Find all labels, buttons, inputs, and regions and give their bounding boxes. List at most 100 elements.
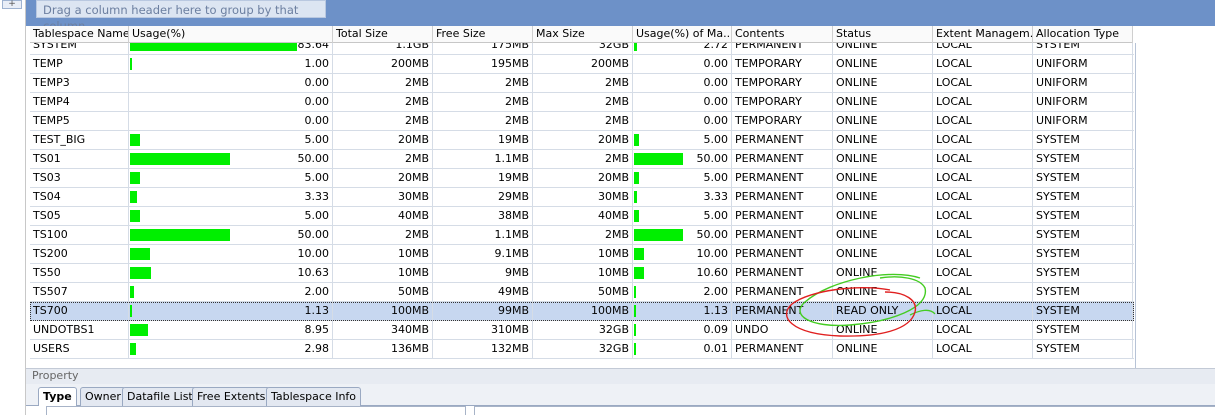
total-cell: 200MB: [333, 55, 433, 74]
free-cell: 49MB: [433, 283, 533, 302]
table-row[interactable]: USERS 2.98 136MB 132MB 32GB 0.01 PERMANENT ONLI…: [30, 340, 1134, 359]
status-cell: ONLINE: [833, 131, 933, 150]
expand-icon[interactable]: +: [2, 0, 22, 9]
max-cell: 100MB: [533, 302, 633, 321]
usage-value: 3.33: [703, 190, 729, 203]
name-cell: TEMP5: [30, 112, 129, 131]
total-cell: 2MB: [333, 112, 433, 131]
usage-value: 5.00: [304, 171, 330, 184]
column-header[interactable]: Usage(%) of Ma...: [633, 26, 732, 43]
free-cell: 2MB: [433, 93, 533, 112]
column-header[interactable]: Allocation Type: [1033, 26, 1133, 43]
max-cell: 20MB: [533, 131, 633, 150]
max-cell: 2MB: [533, 74, 633, 93]
usage-value: 10.00: [297, 247, 330, 260]
usage-cell: 5.00: [129, 131, 333, 150]
table-row[interactable]: TEMP3 0.00 2MB 2MB 2MB 0.00 TEMPORARY ONLINE LOC…: [30, 74, 1134, 93]
table-row[interactable]: TS50 10.63 10MB 9MB 10MB 10.60 PERMANENT ONLINE…: [30, 264, 1134, 283]
usage-cell: 10.00: [129, 245, 333, 264]
usage-value: 0.00: [703, 76, 729, 89]
max-cell: 50MB: [533, 283, 633, 302]
usage-cell: 0.00: [129, 112, 333, 131]
table-row[interactable]: TEMP 1.00 200MB 195MB 200MB 0.00 TEMPORARY ONLI…: [30, 55, 1134, 74]
alloc-cell: SYSTEM: [1033, 150, 1133, 169]
column-header[interactable]: Extent Managem...: [933, 26, 1033, 43]
status-cell: ONLINE: [833, 74, 933, 93]
total-cell: 10MB: [333, 264, 433, 283]
usage-cell: 5.00: [129, 169, 333, 188]
max-cell: 20MB: [533, 169, 633, 188]
column-header[interactable]: Tablespace Name: [30, 26, 129, 43]
name-cell: TS05: [30, 207, 129, 226]
status-cell: ONLINE: [833, 55, 933, 74]
table-row[interactable]: TEMP4 0.00 2MB 2MB 2MB 0.00 TEMPORARY ONLINE LOC…: [30, 93, 1134, 112]
column-header[interactable]: Free Size: [433, 26, 533, 43]
column-header[interactable]: Status: [833, 26, 933, 43]
max-cell: 10MB: [533, 264, 633, 283]
total-cell: 1.1GB: [333, 43, 433, 55]
table-row[interactable]: TS100 50.00 2MB 1.1MB 2MB 50.00 PERMANENT ONLIN…: [30, 226, 1134, 245]
total-cell: 2MB: [333, 226, 433, 245]
free-cell: 1.1MB: [433, 226, 533, 245]
free-cell: 9.1MB: [433, 245, 533, 264]
contents-cell: UNDO: [732, 321, 833, 340]
free-cell: 19MB: [433, 169, 533, 188]
table-row[interactable]: TS200 10.00 10MB 9.1MB 10MB 10.00 PERMANENT ONL…: [30, 245, 1134, 264]
usage-value: 2.72: [703, 43, 729, 51]
table-row[interactable]: TEST_BIG 5.00 20MB 19MB 20MB 5.00 PERMANENT ONL…: [30, 131, 1134, 150]
tab-datafile-list[interactable]: Datafile List: [122, 387, 198, 406]
name-cell: TEMP: [30, 55, 129, 74]
max-cell: 32GB: [533, 340, 633, 359]
usage-value: 2.00: [304, 285, 330, 298]
contents-cell: PERMANENT: [732, 245, 833, 264]
usage-cell: 10.63: [129, 264, 333, 283]
contents-cell: PERMANENT: [732, 169, 833, 188]
group-by-panel[interactable]: Drag a column header here to group by th…: [26, 0, 1215, 33]
total-cell: 136MB: [333, 340, 433, 359]
table-row[interactable]: TS05 5.00 40MB 38MB 40MB 5.00 PERMANENT ONLINE L…: [30, 207, 1134, 226]
column-header[interactable]: Total Size: [333, 26, 433, 43]
table-row[interactable]: TS700 1.13 100MB 99MB 100MB 1.13 PERMANENT READ…: [30, 302, 1134, 321]
usage-cell: 83.64: [129, 43, 333, 55]
table-row[interactable]: TS507 2.00 50MB 49MB 50MB 2.00 PERMANENT ONLINE…: [30, 283, 1134, 302]
table-row[interactable]: UNDOTBS1 8.95 340MB 310MB 32GB 0.09 UNDO ONLINE…: [30, 321, 1134, 340]
alloc-cell: SYSTEM: [1033, 131, 1133, 150]
extent-cell: LOCAL: [933, 169, 1033, 188]
tab-type[interactable]: Type: [38, 387, 77, 407]
usage-value: 10.00: [696, 247, 729, 260]
max-cell: 2MB: [533, 93, 633, 112]
table-row[interactable]: SYSTEM 83.64 1.1GB 175MB 32GB 2.72 PERMANENT ON…: [30, 43, 1134, 55]
column-header[interactable]: Contents: [732, 26, 833, 43]
total-cell: 40MB: [333, 207, 433, 226]
table-row[interactable]: TS01 50.00 2MB 1.1MB 2MB 50.00 PERMANENT ONLINE…: [30, 150, 1134, 169]
status-cell: READ ONLY: [833, 302, 933, 321]
table-row[interactable]: TS04 3.33 30MB 29MB 30MB 3.33 PERMANENT ONLINE L…: [30, 188, 1134, 207]
usage-value: 50.00: [297, 152, 330, 165]
table-row[interactable]: TS03 5.00 20MB 19MB 20MB 5.00 PERMANENT ONLINE L…: [30, 169, 1134, 188]
name-cell: TS507: [30, 283, 129, 302]
tab-owner[interactable]: Owner: [80, 387, 126, 406]
status-cell: ONLINE: [833, 207, 933, 226]
tab-tablespace-info[interactable]: Tablespace Info: [266, 387, 362, 406]
tab-free-extents[interactable]: Free Extents: [192, 387, 271, 406]
total-cell: 2MB: [333, 150, 433, 169]
grid-body: SYSTEM 83.64 1.1GB 175MB 32GB 2.72 PERMANENT ON…: [30, 43, 1134, 367]
total-cell: 10MB: [333, 245, 433, 264]
table-row[interactable]: TEMP5 0.00 2MB 2MB 2MB 0.00 TEMPORARY ONLINE LOC…: [30, 112, 1134, 131]
contents-cell: TEMPORARY: [732, 112, 833, 131]
name-cell: TEST_BIG: [30, 131, 129, 150]
alloc-cell: SYSTEM: [1033, 188, 1133, 207]
usage-value: 0.00: [703, 57, 729, 70]
column-header[interactable]: Max Size: [533, 26, 633, 43]
free-cell: 2MB: [433, 74, 533, 93]
extent-cell: LOCAL: [933, 188, 1033, 207]
column-header[interactable]: Usage(%): [129, 26, 333, 43]
extent-cell: LOCAL: [933, 55, 1033, 74]
free-cell: 99MB: [433, 302, 533, 321]
extent-cell: LOCAL: [933, 131, 1033, 150]
usage-value: 0.00: [703, 95, 729, 108]
status-cell: ONLINE: [833, 112, 933, 131]
extent-cell: LOCAL: [933, 43, 1033, 55]
usage-of-max-cell: 2.00: [633, 283, 732, 302]
total-cell: 2MB: [333, 74, 433, 93]
